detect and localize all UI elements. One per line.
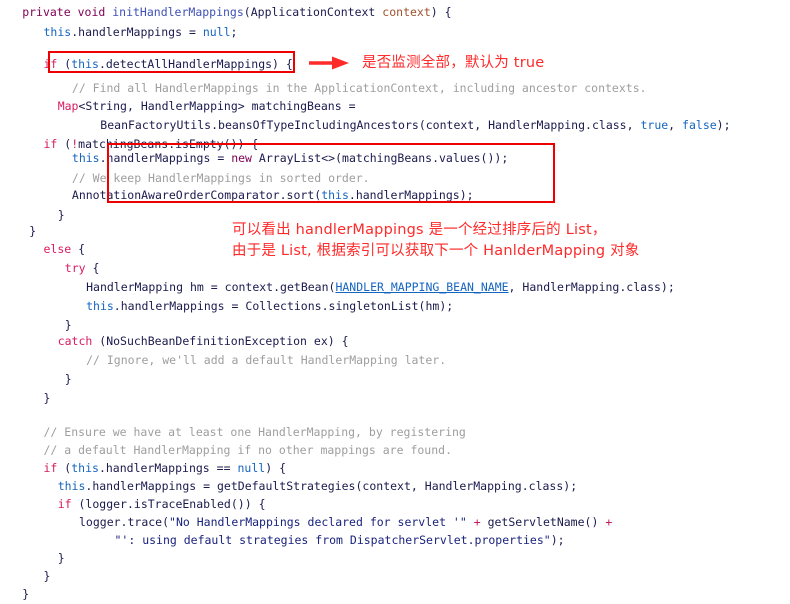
code-line: } [57, 551, 65, 565]
code-line: logger.trace("No HandlerMappings declare… [79, 515, 613, 529]
code-line: this.handlerMappings = getDefaultStrateg… [57, 479, 578, 493]
code-line: BeanFactoryUtils.beansOfTypeIncludingAnc… [100, 118, 731, 132]
annotation-note-text: 可以看出 handlerMappings 是一个经过排序后的 List， [232, 222, 607, 238]
code-line: this.handlerMappings = new ArrayList<>(m… [71, 151, 509, 165]
code-line: // Ensure we have at least one HandlerMa… [43, 425, 466, 439]
code-line: // Find all HandlerMappings in the Appli… [71, 81, 647, 95]
annotation-note-text: 是否监测全部，默认为 true [362, 55, 545, 71]
code-line: } [43, 391, 51, 405]
code-line: } [64, 372, 72, 386]
code-viewer: private void initHandlerMappings(Applica… [0, 0, 790, 601]
code-line: if (this.handlerMappings == null) { [43, 461, 287, 475]
code-line: HandlerMapping hm = context.getBean(HAND… [86, 280, 675, 294]
code-line: private void initHandlerMappings(Applica… [22, 5, 452, 19]
code-line: } [22, 587, 30, 601]
code-line: if (logger.isTraceEnabled()) { [57, 497, 266, 511]
code-line: } [43, 569, 51, 583]
code-line: this.handlerMappings = Collections.singl… [86, 299, 454, 313]
code-line: AnnotationAwareOrderComparator.sort(this… [71, 188, 474, 202]
code-line: // Ignore, we'll add a default HandlerMa… [86, 353, 447, 367]
code-line: Map<String, HandlerMapping> matchingBean… [57, 99, 356, 113]
code-line: catch (NoSuchBeanDefinitionException ex)… [57, 334, 349, 348]
annotation-note-text: 由于是 List, 根据索引可以获取下一个 HanlderMapping 对象 [232, 243, 640, 259]
code-line: "': using default strategies from Dispat… [114, 533, 565, 547]
code-line: this.handlerMappings = null; [43, 25, 238, 39]
right-arrow-to-note-1 [308, 55, 350, 70]
code-line: // a default HandlerMapping if no other … [43, 443, 453, 457]
